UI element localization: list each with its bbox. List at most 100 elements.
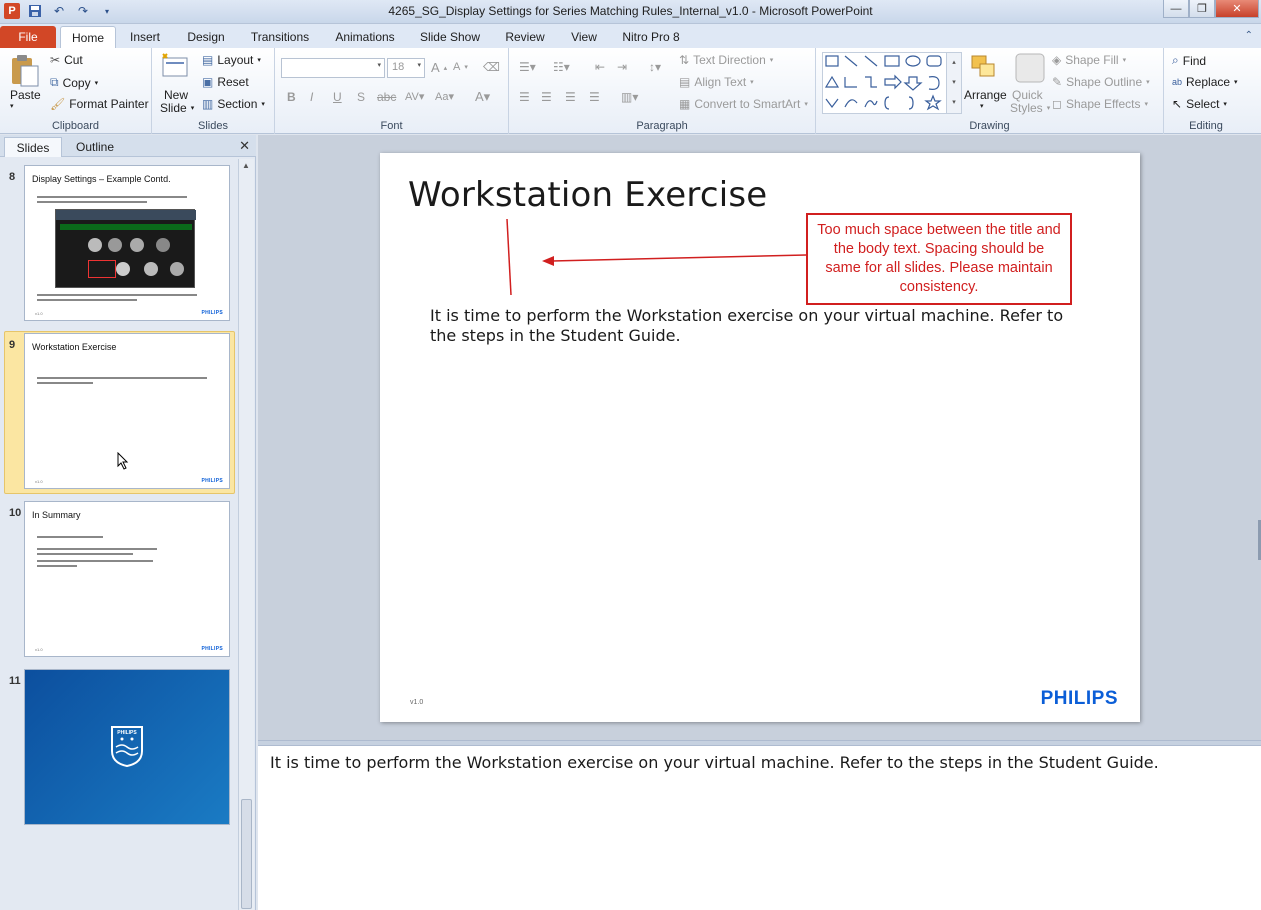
bullets-icon[interactable]: ☰▾ bbox=[519, 60, 536, 74]
shape-fill-dropdown-icon: ▾ bbox=[1122, 57, 1127, 64]
tab-design[interactable]: Design bbox=[180, 26, 232, 48]
columns-icon[interactable]: ▥▾ bbox=[621, 90, 638, 104]
font-size-dropdown-icon: ▾ bbox=[417, 62, 421, 69]
italic-icon[interactable]: I bbox=[310, 90, 313, 104]
align-right-icon[interactable]: ☰ bbox=[565, 90, 576, 104]
section-button[interactable]: ▥ Section ▾ bbox=[202, 97, 265, 111]
arrange-icon[interactable] bbox=[968, 52, 1000, 84]
philips-logo: PHILIPS bbox=[1040, 688, 1118, 709]
font-size-combo[interactable]: 18 ▾ bbox=[387, 58, 425, 78]
notes-pane[interactable]: It is time to perform the Workstation ex… bbox=[258, 745, 1261, 910]
tab-view[interactable]: View bbox=[564, 26, 604, 48]
paste-button[interactable]: Paste bbox=[10, 88, 41, 102]
minimize-icon[interactable]: — bbox=[1163, 0, 1189, 18]
tab-review[interactable]: Review bbox=[500, 26, 550, 48]
grow-font-icon[interactable]: A ▴ bbox=[431, 60, 447, 75]
slide-thumbnail-8[interactable]: Display Settings – Example Contd. v1.0 P… bbox=[24, 165, 230, 321]
font-name-combo[interactable]: ▾ bbox=[281, 58, 385, 78]
quick-styles-icon[interactable] bbox=[1014, 52, 1046, 84]
shapes-gallery[interactable] bbox=[822, 52, 962, 114]
tab-slides[interactable]: Slides bbox=[4, 137, 62, 157]
minimize-ribbon-icon[interactable]: ⌃ bbox=[1245, 30, 1253, 41]
arrange-dropdown-icon[interactable]: ▾ bbox=[980, 102, 984, 110]
clear-formatting-icon[interactable]: ⌫ bbox=[483, 60, 500, 74]
restore-icon[interactable]: ❐ bbox=[1189, 0, 1215, 18]
shrink-font-icon[interactable]: A ▾ bbox=[453, 61, 468, 73]
close-icon[interactable]: ✕ bbox=[1215, 0, 1259, 18]
shape-effects-label: Shape Effects bbox=[1065, 97, 1141, 111]
tab-home[interactable]: Home bbox=[60, 26, 116, 48]
slide-number-11: 11 bbox=[9, 675, 21, 687]
new-slide-label2[interactable]: Slide ▾ bbox=[160, 101, 194, 115]
format-painter-button[interactable]: 🖌 Format Painter bbox=[50, 97, 149, 111]
mouse-cursor-icon bbox=[117, 451, 129, 473]
thumb-philips-logo: PHILIPS bbox=[201, 310, 223, 316]
tab-file[interactable]: File bbox=[0, 26, 56, 48]
arrange-button[interactable]: Arrange bbox=[964, 88, 1007, 102]
convert-smartart-button[interactable]: ▦ Convert to SmartArt ▾ bbox=[679, 97, 808, 111]
tab-animations[interactable]: Animations bbox=[330, 26, 400, 48]
copy-button[interactable]: ⧉ Copy ▾ bbox=[50, 75, 98, 90]
slide-thumbnail-10[interactable]: In Summary v1.0 PHILIPS bbox=[24, 501, 230, 657]
slide-number-10: 10 bbox=[9, 507, 22, 519]
strikethrough-icon[interactable]: abc bbox=[377, 90, 396, 104]
shape-effects-button[interactable]: ◻ Shape Effects ▾ bbox=[1052, 97, 1148, 111]
align-center-icon[interactable]: ☰ bbox=[541, 90, 552, 104]
new-slide-button[interactable]: New bbox=[164, 88, 188, 102]
shape-fill-button[interactable]: ◈ Shape Fill ▾ bbox=[1052, 53, 1126, 67]
cursor-icon: ↖ bbox=[1172, 97, 1183, 111]
paste-icon[interactable] bbox=[8, 54, 40, 87]
align-left-icon[interactable]: ☰ bbox=[519, 90, 530, 104]
layout-dropdown-icon: ▾ bbox=[257, 57, 261, 64]
select-button[interactable]: ↖ Select ▾ bbox=[1172, 97, 1227, 111]
line-spacing-icon[interactable]: ↕▾ bbox=[649, 60, 661, 74]
shape-outline-label: Shape Outline bbox=[1066, 75, 1143, 89]
new-slide-icon[interactable] bbox=[160, 52, 192, 84]
window-title: 4265_SG_Display Settings for Series Matc… bbox=[388, 4, 873, 18]
close-pane-icon[interactable]: ✕ bbox=[239, 138, 250, 154]
scroll-up-icon[interactable]: ▲ bbox=[242, 161, 250, 170]
find-button[interactable]: ⌕ Find bbox=[1172, 53, 1206, 68]
paste-dropdown-icon[interactable]: ▾ bbox=[10, 102, 14, 110]
align-text-icon: ▤ bbox=[679, 75, 691, 89]
font-color-icon[interactable]: A▾ bbox=[475, 89, 490, 105]
replace-icon: ab bbox=[1172, 77, 1183, 87]
reset-button[interactable]: ▣ Reset bbox=[202, 75, 249, 89]
underline-icon[interactable]: U bbox=[333, 90, 342, 104]
scrollbar-thumb[interactable] bbox=[241, 799, 252, 909]
character-spacing-icon[interactable]: AV▾ bbox=[405, 90, 424, 103]
replace-button[interactable]: ab Replace ▾ bbox=[1172, 75, 1238, 89]
tab-outline[interactable]: Outline bbox=[64, 137, 126, 157]
notes-text[interactable]: It is time to perform the Workstation ex… bbox=[270, 753, 1159, 772]
slide-thumbnail-11[interactable]: PHILIPS bbox=[24, 669, 230, 825]
quick-styles-label2[interactable]: Styles ▾ bbox=[1010, 101, 1050, 115]
shadow-icon[interactable]: S bbox=[357, 90, 365, 104]
tab-transitions[interactable]: Transitions bbox=[246, 26, 314, 48]
change-case-icon[interactable]: Aa▾ bbox=[435, 90, 454, 103]
slide-thumbnail-9[interactable]: Workstation Exercise v1.0 PHILIPS bbox=[24, 333, 230, 489]
align-text-button[interactable]: ▤ Align Text ▾ bbox=[679, 75, 754, 89]
tab-slide-show[interactable]: Slide Show bbox=[416, 26, 484, 48]
numbering-icon[interactable]: ☷▾ bbox=[553, 60, 570, 74]
shapes-scroll[interactable]: ▴ ▾ ▾ bbox=[946, 52, 962, 114]
slide-body-text[interactable]: It is time to perform the Workstation ex… bbox=[430, 306, 1090, 346]
thumbnails-scrollbar[interactable]: ▲ bbox=[238, 159, 254, 910]
increase-indent-icon[interactable]: ⇥ bbox=[617, 60, 627, 74]
tab-insert[interactable]: Insert bbox=[122, 26, 168, 48]
layout-button[interactable]: ▤ Layout ▾ bbox=[202, 53, 261, 67]
decrease-indent-icon[interactable]: ⇤ bbox=[595, 60, 605, 74]
cut-button[interactable]: ✂ Cut bbox=[50, 53, 83, 67]
quick-styles-button[interactable]: Quick bbox=[1012, 88, 1043, 102]
review-callout-box[interactable]: Too much space between the title and the… bbox=[806, 213, 1072, 305]
bold-icon[interactable]: B bbox=[287, 90, 296, 104]
slide-title[interactable]: Workstation Exercise bbox=[408, 175, 767, 215]
current-slide[interactable]: Workstation Exercise It is time to perfo… bbox=[380, 153, 1140, 722]
text-direction-label: Text Direction bbox=[693, 53, 766, 67]
justify-icon[interactable]: ☰ bbox=[589, 90, 600, 104]
reset-icon: ▣ bbox=[202, 75, 214, 89]
tab-nitro-pro[interactable]: Nitro Pro 8 bbox=[618, 26, 684, 48]
font-group-label: Font bbox=[380, 120, 403, 132]
shape-outline-button[interactable]: ✎ Shape Outline ▾ bbox=[1052, 75, 1150, 89]
text-direction-button[interactable]: ⇅ Text Direction ▾ bbox=[679, 53, 773, 67]
pane-tabs: Slides Outline ✕ bbox=[0, 135, 256, 157]
